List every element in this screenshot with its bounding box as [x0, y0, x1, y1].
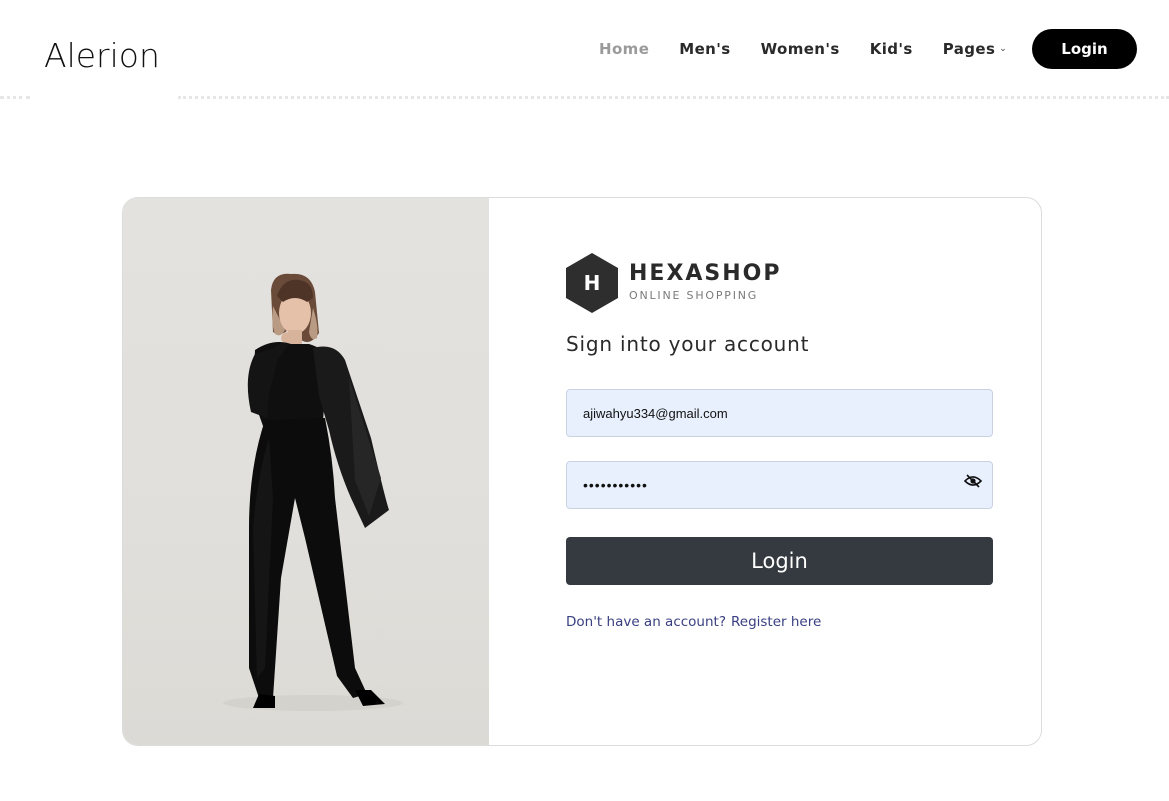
nav-pages[interactable]: Pages ⌄ [943, 38, 1008, 60]
header-divider [0, 96, 30, 99]
model-figure [223, 273, 403, 711]
model-photo [123, 198, 489, 745]
logo-title: HEXASHOP [629, 261, 782, 286]
header-login-button[interactable]: Login [1032, 29, 1137, 69]
email-input[interactable] [567, 390, 992, 436]
login-card: H HEXASHOP ONLINE SHOPPING Sign into you… [122, 197, 1042, 746]
main-nav: Home Men's Women's Kid's Pages ⌄ [599, 38, 1007, 60]
chevron-down-icon: ⌄ [999, 44, 1008, 54]
nav-kids[interactable]: Kid's [870, 38, 913, 60]
password-field [566, 461, 993, 509]
register-prompt: Don't have an account? Register here [566, 612, 994, 632]
header-divider [178, 96, 1169, 99]
nav-womens[interactable]: Women's [761, 38, 840, 60]
password-input[interactable] [567, 462, 992, 508]
logo-letter: H [583, 271, 601, 295]
hexagon-logo-icon: H [566, 253, 618, 313]
nav-mens[interactable]: Men's [679, 38, 730, 60]
email-field [566, 389, 993, 437]
site-header: Alerion Home Men's Women's Kid's Pages ⌄… [0, 0, 1169, 99]
nav-pages-label: Pages [942, 40, 996, 58]
login-submit-button[interactable]: Login [566, 537, 993, 585]
logo-subtitle: ONLINE SHOPPING [629, 289, 759, 302]
brand-logo[interactable]: Alerion [44, 34, 160, 78]
hexashop-logo: H HEXASHOP ONLINE SHOPPING [566, 253, 994, 313]
register-prompt-text: Don't have an account? [566, 614, 726, 630]
eye-slash-icon[interactable] [962, 472, 984, 490]
logo-text: HEXASHOP ONLINE SHOPPING [629, 262, 782, 304]
register-link[interactable]: Register here [731, 612, 821, 632]
form-heading: Sign into your account [566, 332, 810, 356]
nav-home[interactable]: Home [599, 38, 649, 60]
login-form: H HEXASHOP ONLINE SHOPPING Sign into you… [566, 253, 994, 632]
